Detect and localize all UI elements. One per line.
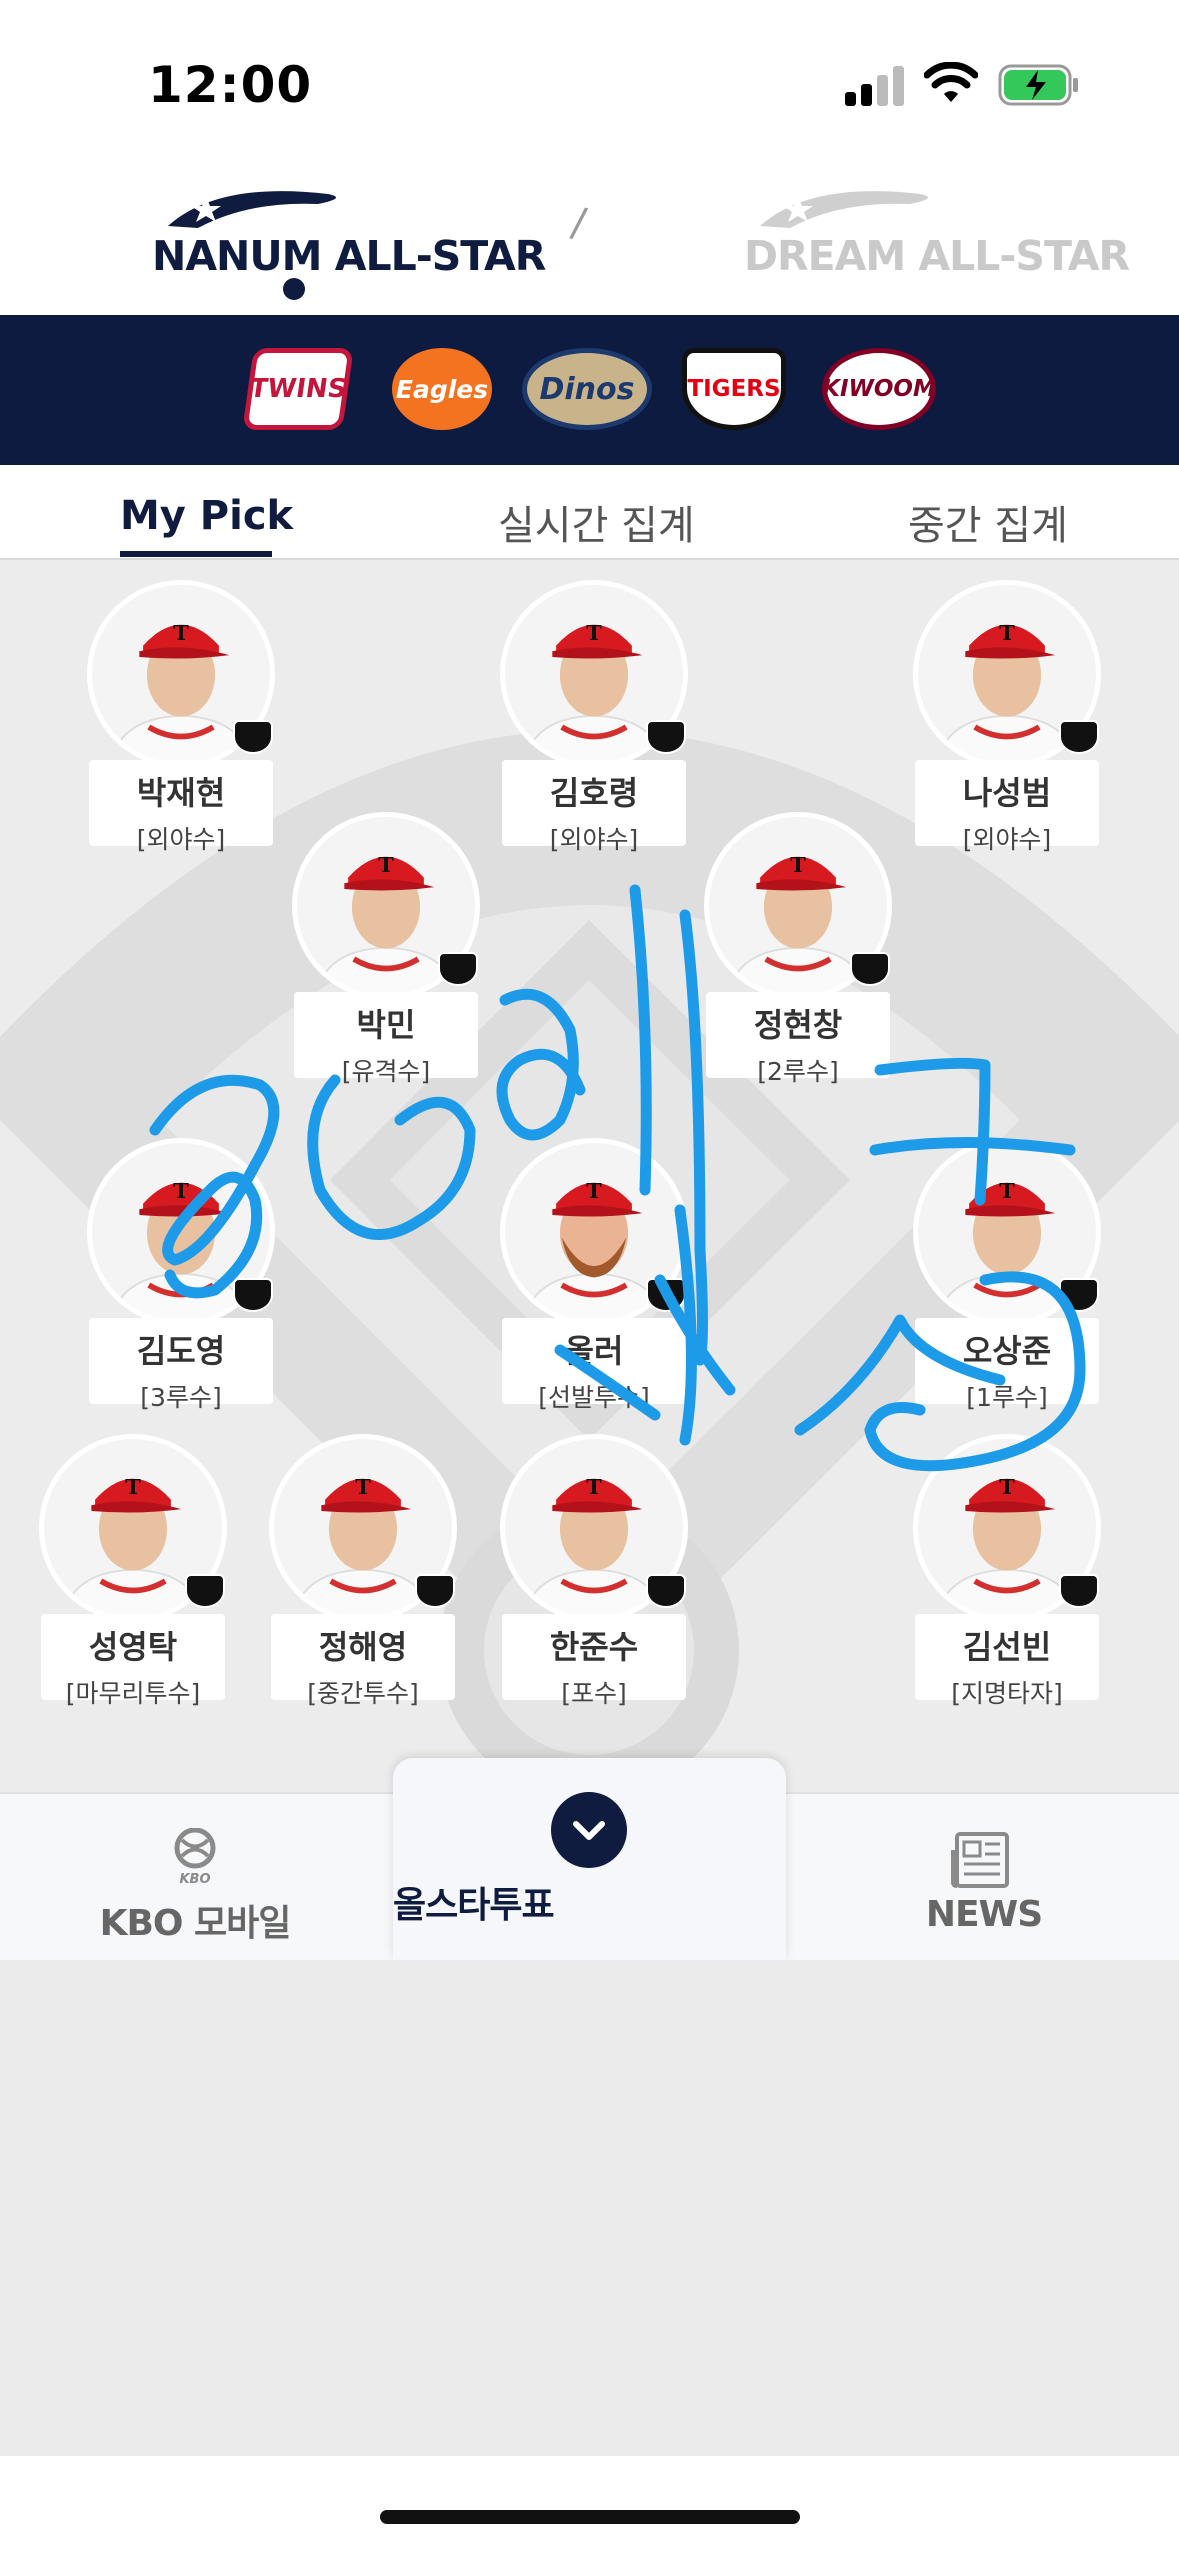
active-indicator-dot [283,278,305,300]
team-logo-kiwoom[interactable]: KIWOOM [822,348,936,430]
tab-interim-count[interactable]: 중간 집계 [908,493,1068,551]
kbo-logo-icon: KBO [174,1828,216,1886]
team-logo-twins[interactable]: TWINS [242,348,354,430]
nav-allstar-vote[interactable]: 올스타투표 [393,1758,786,1960]
collapse-button[interactable] [551,1792,627,1868]
dream-allstar-tab[interactable]: DREAM ALL-STAR [740,186,1130,281]
status-bar: 12:00 [0,0,1179,150]
chevron-down-icon [573,1821,605,1840]
dream-logo-text: DREAM ALL-STAR [744,232,1130,280]
kbo-icon-text: KBO [179,1872,210,1886]
nav-news-label: NEWS [925,1894,1043,1935]
battery-charging-icon [998,64,1078,106]
nav-kbo-mobile-label: KBO 모바일 [99,1903,292,1944]
allstar-header: NANUM ALL-STAR / DREAM ALL-STAR [0,150,1179,315]
team-logo-tigers[interactable]: TIGERS [682,348,786,430]
nav-allstar-vote-label: 올스타투표 [393,1885,555,1926]
status-time: 12:00 [148,56,313,114]
team-logo-dinos[interactable]: Dinos [522,348,652,430]
newspaper-icon [951,1832,1009,1888]
empty-area [0,1960,1179,2456]
active-tab-underline [120,551,272,557]
nav-kbo-mobile[interactable]: KBO KBO 모바일 [0,1794,390,1962]
home-indicator[interactable] [380,2510,800,2524]
tab-my-pick[interactable]: My Pick [120,493,293,539]
team-logo-band: TWINS Eagles Dinos TIGERS KIWOOM [0,315,1179,465]
home-indicator-area [0,2456,1179,2556]
header-separator: / [568,199,590,247]
nanum-allstar-tab[interactable]: NANUM ALL-STAR [148,186,546,281]
vote-tab-bar: My Pick 실시간 집계 중간 집계 [0,465,1179,560]
nanum-logo-text: NANUM ALL-STAR [152,232,546,280]
handwritten-scribble [149,884,1086,1472]
baseball-field: T 박재현 [외야수] T 김호령 [외야수] T 나성범 [외야수] T 박민 [유격수] T 정현창[… [0,560,1179,1792]
wifi-icon [924,62,978,102]
nav-news[interactable]: NEWS [789,1794,1179,1962]
team-logo-eagles[interactable]: Eagles [392,348,492,430]
cellular-signal-icon [845,62,905,106]
tab-realtime-count[interactable]: 실시간 집계 [498,493,695,551]
